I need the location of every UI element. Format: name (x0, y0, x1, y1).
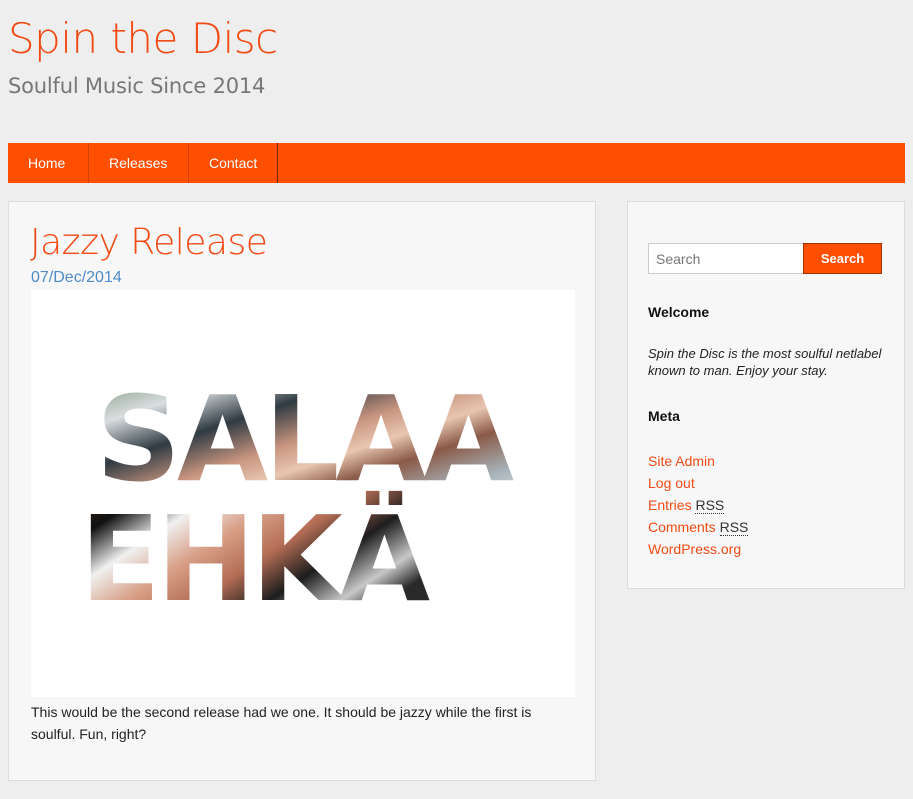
nav-item-home[interactable]: Home (8, 143, 89, 183)
nav-item-contact[interactable]: Contact (189, 143, 278, 183)
artwork-line-1: SALAA (96, 370, 514, 508)
nav-item-releases[interactable]: Releases (89, 143, 189, 183)
list-item: Log out (648, 472, 748, 494)
search-button[interactable]: Search (803, 243, 882, 274)
meta-links: Site Admin Log out Entries RSS Comments … (648, 450, 749, 560)
site-title[interactable]: Spin the Disc (8, 14, 278, 64)
site-tagline: Soulful Music Since 2014 (8, 74, 266, 98)
list-item: Site Admin (648, 450, 748, 472)
post-container: Jazzy Release 07/Dec/2014 SALAA EHKÄ Thi… (8, 201, 596, 781)
site-header: Spin the Disc Soulful Music Since 2014 (8, 14, 278, 98)
welcome-widget-title: Welcome (648, 304, 710, 320)
site-admin-link[interactable]: Site Admin (648, 453, 715, 469)
rss-abbr: RSS (695, 497, 725, 514)
log-out-link[interactable]: Log out (648, 475, 695, 491)
comments-label: Comments (648, 519, 716, 535)
main-nav: Home Releases Contact (8, 143, 905, 183)
sidebar: Search Welcome Spin the Disc is the most… (627, 201, 905, 589)
post-body: This would be the second release had we … (31, 704, 532, 742)
list-item: Entries RSS (648, 494, 748, 516)
welcome-text: Spin the Disc is the most soulful netlab… (648, 346, 882, 378)
rss-abbr: RSS (719, 519, 749, 536)
list-item: WordPress.org (648, 538, 748, 560)
meta-widget-title: Meta (648, 408, 680, 424)
comments-rss-link[interactable]: Comments RSS (648, 519, 749, 536)
search-input[interactable] (648, 243, 804, 274)
artwork-line-2: EHKÄ (80, 490, 430, 628)
post-title[interactable]: Jazzy Release (30, 222, 268, 263)
entries-label: Entries (648, 497, 692, 513)
entries-rss-link[interactable]: Entries RSS (648, 497, 725, 514)
post-date[interactable]: 07/Dec/2014 (31, 269, 122, 287)
list-item: Comments RSS (648, 516, 749, 538)
release-artwork: SALAA EHKÄ (80, 370, 518, 628)
wordpress-org-link[interactable]: WordPress.org (648, 541, 741, 557)
post-featured-image: SALAA EHKÄ (31, 290, 575, 697)
